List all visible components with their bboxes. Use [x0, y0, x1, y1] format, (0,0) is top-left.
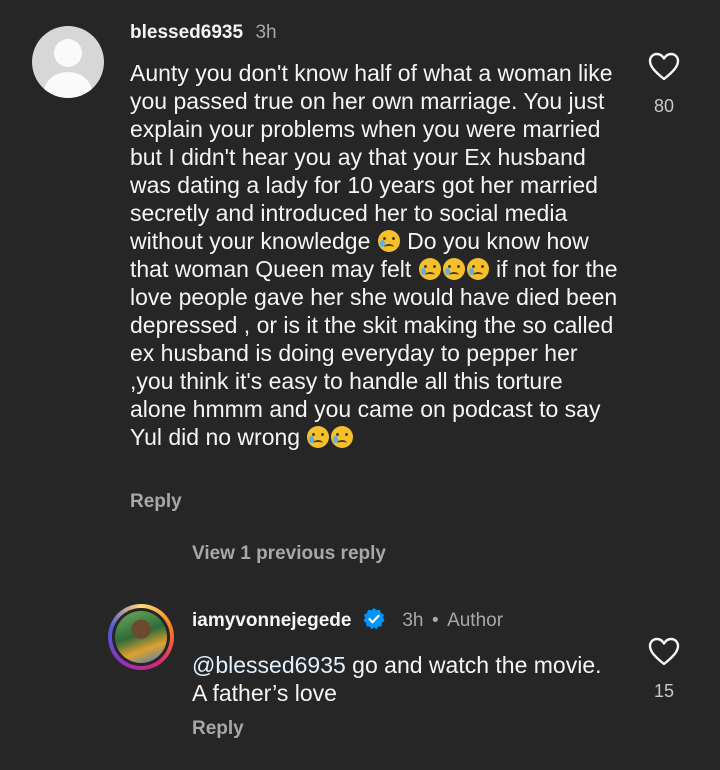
- reply-text: @blessed6935 go and watch the movie. A f…: [192, 651, 612, 707]
- comment-header: blessed6935 3h: [130, 22, 277, 44]
- author-label: Author: [447, 610, 504, 631]
- mention-link[interactable]: @blessed6935: [192, 652, 346, 678]
- crying-face-icon: [418, 258, 441, 280]
- reply-header: iamyvonnejegede 3h • Author: [192, 607, 503, 632]
- crying-face-icon: [466, 258, 489, 280]
- reply-button[interactable]: Reply: [130, 491, 182, 513]
- reply-button[interactable]: Reply: [192, 718, 244, 740]
- reply-time: 3h: [402, 610, 424, 631]
- heart-outline-icon[interactable]: [648, 52, 680, 82]
- like-count: 15: [653, 681, 675, 701]
- comment-text-part-1: Aunty you don't know half of what a woma…: [130, 60, 613, 254]
- avatar-blessed6935[interactable]: [32, 26, 104, 98]
- comment-time: 3h: [255, 22, 277, 43]
- profile-photo: [115, 611, 167, 663]
- verified-badge-icon: [363, 608, 385, 630]
- avatar-iamyvonnejegede[interactable]: [108, 604, 174, 670]
- comment-text-part-3: if not for the love people gave her she …: [130, 256, 618, 450]
- comment-text: Aunty you don't know half of what a woma…: [130, 59, 620, 451]
- default-avatar-icon-body: [44, 72, 92, 98]
- view-previous-replies-button[interactable]: View 1 previous reply: [192, 543, 386, 565]
- comment-username[interactable]: blessed6935: [130, 22, 243, 43]
- crying-face-icon: [442, 258, 465, 280]
- heart-outline-icon[interactable]: [648, 637, 680, 667]
- crying-face-icon: [331, 426, 354, 448]
- reply-username[interactable]: iamyvonnejegede: [192, 610, 351, 631]
- like-count: 80: [653, 96, 675, 116]
- default-avatar-icon-head: [54, 39, 82, 67]
- crying-face-icon: [377, 230, 400, 252]
- crying-face-icon: [307, 426, 330, 448]
- separator-dot: •: [431, 610, 439, 631]
